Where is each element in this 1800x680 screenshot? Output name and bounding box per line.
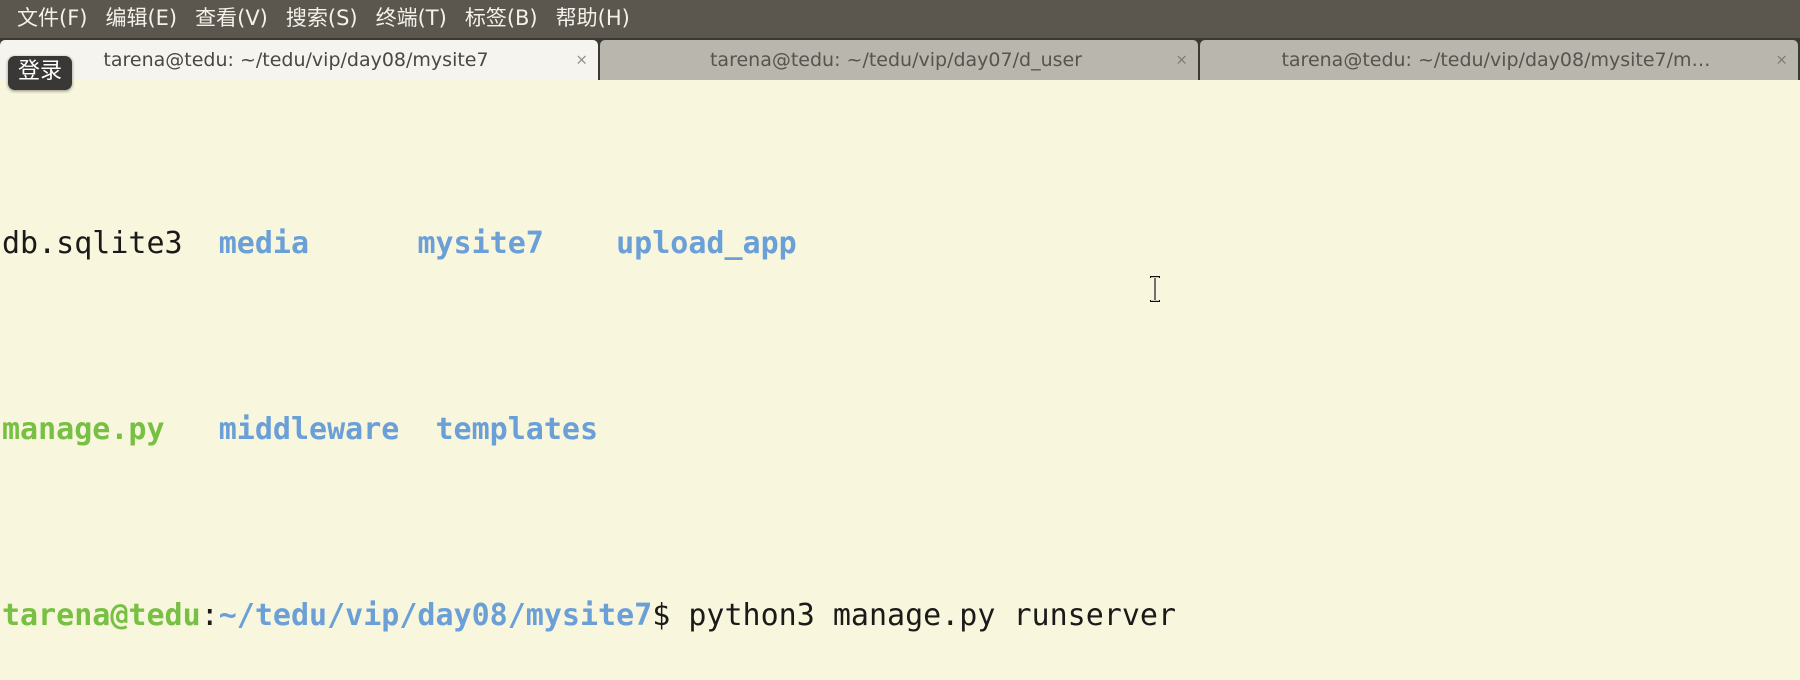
tab-bar: tarena@tedu: ~/tedu/vip/day08/mysite7 × … [0,38,1800,80]
close-icon[interactable]: × [575,52,588,68]
file-manage-py: manage.py [2,411,165,447]
dir-upload-app: upload_app [616,225,797,261]
terminal-line-listing-2: manage.py middleware templates [2,407,1800,454]
terminal-output-area[interactable]: db.sqlite3 media mysite7 upload_app mana… [0,80,1800,680]
dir-media: media [218,225,310,261]
dir-middleware: middleware [218,411,400,447]
prompt-command: python3 manage.py runserver [688,597,1177,633]
prompt-colon: : [200,597,219,633]
prompt-dollar: $ [652,597,689,633]
terminal-prompt-line: tarena@tedu:~/tedu/vip/day08/mysite7$ py… [2,593,1800,640]
tab-d-user[interactable]: tarena@tedu: ~/tedu/vip/day07/d_user × [600,40,1198,80]
terminal-line-listing-1: db.sqlite3 media mysite7 upload_app [2,221,1800,268]
menu-item-terminal[interactable]: 终端(T) [367,4,456,34]
menu-item-file[interactable]: 文件(F) [8,4,96,34]
menu-item-tabs[interactable]: 标签(B) [456,4,547,34]
menu-item-search[interactable]: 搜索(S) [277,4,367,34]
tab-label: tarena@tedu: ~/tedu/vip/day08/mysite7/m… [1281,49,1711,71]
menu-item-edit[interactable]: 编辑(E) [96,4,186,34]
file-db-sqlite3: db.sqlite3 [2,225,183,261]
menu-bar: 文件(F) 编辑(E) 查看(V) 搜索(S) 终端(T) 标签(B) 帮助(H… [0,0,1800,38]
terminal-window: 文件(F) 编辑(E) 查看(V) 搜索(S) 终端(T) 标签(B) 帮助(H… [0,0,1800,680]
tab-mysite7[interactable]: tarena@tedu: ~/tedu/vip/day08/mysite7 × [0,40,598,80]
close-icon[interactable]: × [1775,52,1788,68]
login-badge[interactable]: 登录 [8,56,73,91]
menu-item-view[interactable]: 查看(V) [186,4,277,34]
dir-mysite7: mysite7 [417,225,544,261]
tab-label: tarena@tedu: ~/tedu/vip/day07/d_user [709,49,1083,71]
tab-label: tarena@tedu: ~/tedu/vip/day08/mysite7 [103,49,489,71]
menu-item-help[interactable]: 帮助(H) [547,4,639,34]
prompt-user-host: tarena@tedu [2,597,201,633]
prompt-path: ~/tedu/vip/day08/mysite7 [218,597,653,633]
close-icon[interactable]: × [1175,52,1188,68]
dir-templates: templates [435,411,599,447]
tab-mysite7-m[interactable]: tarena@tedu: ~/tedu/vip/day08/mysite7/m…… [1200,40,1798,80]
